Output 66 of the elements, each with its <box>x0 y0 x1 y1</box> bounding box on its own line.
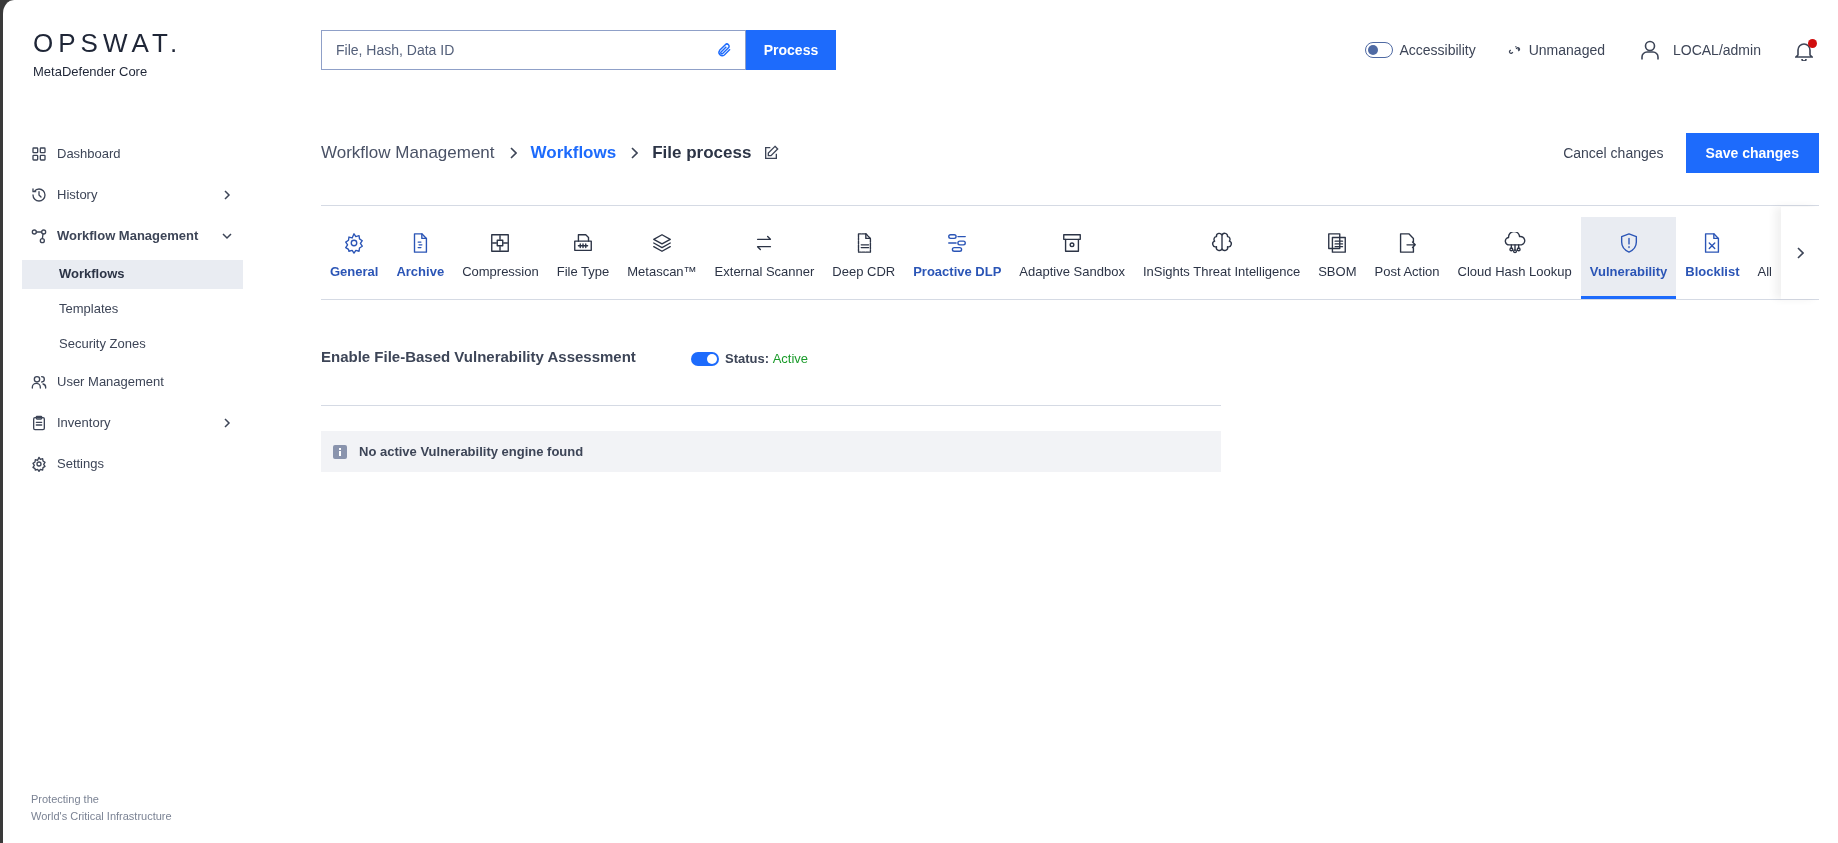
notice-text: No active Vulnerability engine found <box>359 442 584 461</box>
user-icon[interactable] <box>1641 40 1659 60</box>
tab[interactable]: Adaptive Sandbox <box>1010 217 1134 299</box>
bell-icon[interactable] <box>1794 41 1813 61</box>
documents-icon <box>1326 231 1349 254</box>
sidebar-subitem[interactable]: Templates <box>22 294 243 324</box>
sidebar-item[interactable]: History <box>3 177 253 213</box>
info-icon <box>333 444 347 459</box>
toggle-switch[interactable] <box>691 351 719 366</box>
cancel-changes-button[interactable]: Cancel changes <box>1559 133 1668 173</box>
tab[interactable]: Post Action <box>1365 217 1449 299</box>
tab[interactable]: All <box>1748 217 1781 299</box>
breadcrumb-item[interactable]: Workflow Management <box>321 140 495 166</box>
product-name: MetaDefender Core <box>33 63 149 81</box>
sidebar-item[interactable]: Workflow Management <box>3 218 253 254</box>
management-status: Unmanaged <box>1528 40 1605 60</box>
tab[interactable]: Metascan™ <box>618 217 706 299</box>
archive-box-icon <box>1061 231 1084 254</box>
opswat-logo: OPSWAT. <box>33 30 184 56</box>
layers-icon <box>650 231 673 254</box>
tab[interactable]: Archive <box>387 217 454 299</box>
sidebar-subitem[interactable]: Security Zones <box>22 329 243 359</box>
tab[interactable]: Blocklist <box>1676 217 1749 299</box>
sidebar-item[interactable]: Inventory <box>3 405 253 441</box>
tab[interactable]: External Scanner <box>705 217 824 299</box>
sidebar-item[interactable]: Dashboard <box>3 136 253 172</box>
tab[interactable]: InSights Threat Intelligence <box>1133 217 1310 299</box>
breadcrumb-link[interactable]: Workflows <box>530 140 617 166</box>
tab[interactable]: Vulnerability <box>1580 217 1677 299</box>
setting-label: Enable File-Based Vulnerability Assessment <box>321 347 637 367</box>
save-changes-button[interactable]: Save changes <box>1685 133 1819 173</box>
nodes-icon <box>31 228 47 244</box>
search-field[interactable]: File, Hash, Data ID <box>321 30 746 70</box>
paperclip-icon[interactable] <box>716 42 732 58</box>
edit-icon[interactable] <box>763 145 780 161</box>
sidebar-subitem[interactable]: Workflows <box>22 259 243 289</box>
history-icon <box>31 187 47 203</box>
settings-icon <box>31 456 47 472</box>
sidebar-item[interactable]: User Management <box>3 364 253 400</box>
chevron-right-icon <box>630 147 639 159</box>
accessibility-label: Accessibility <box>1399 40 1476 60</box>
tab[interactable]: File Type <box>547 217 619 299</box>
tab[interactable]: SBOM <box>1309 217 1366 299</box>
tab[interactable]: Proactive DLP <box>904 217 1011 299</box>
tab[interactable]: Deep CDR <box>823 217 905 299</box>
tagline-text: World's Critical Infrastructure <box>31 809 173 824</box>
compress-icon <box>489 231 512 254</box>
tab[interactable]: Cloud Hash Lookup <box>1448 217 1581 299</box>
status-text: Status: Active <box>725 350 809 368</box>
sliders-icon <box>946 231 969 254</box>
tagline-text: Protecting the <box>31 792 100 807</box>
clipboard-icon <box>31 415 47 431</box>
chevron-right-icon <box>508 147 517 159</box>
sidebar-item[interactable]: Settings <box>3 446 253 482</box>
printer-icon <box>571 231 594 254</box>
users-icon <box>31 374 47 390</box>
process-button[interactable]: Process <box>746 30 836 70</box>
breadcrumb-item: File process <box>652 142 752 165</box>
cloud-network-icon <box>1503 231 1526 254</box>
grid-icon <box>31 146 47 162</box>
user-name[interactable]: LOCAL/admin <box>1673 39 1761 61</box>
tab[interactable]: Compression <box>453 217 548 299</box>
chevron-right-icon <box>1795 247 1804 259</box>
gear-icon <box>343 231 366 254</box>
tab[interactable]: General <box>321 217 388 299</box>
brain-icon <box>1210 231 1233 254</box>
